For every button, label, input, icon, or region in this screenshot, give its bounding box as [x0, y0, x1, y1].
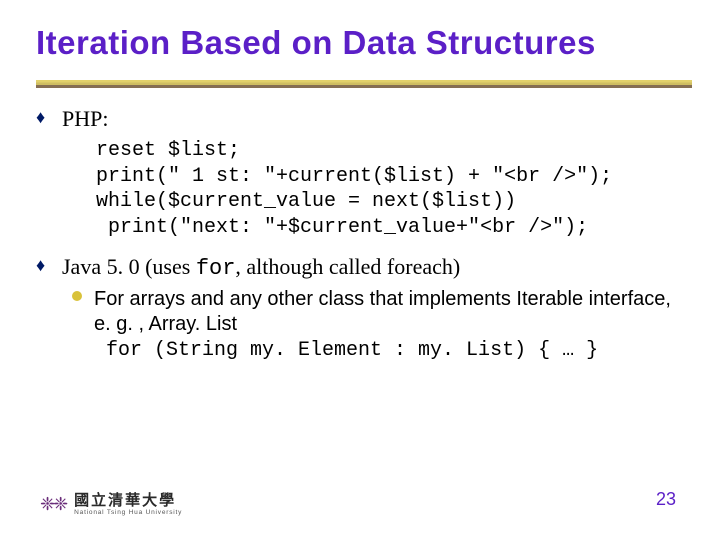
page-number: 23 — [656, 489, 676, 510]
footer-logo: ❈❈ 國立清華大學 National Tsing Hua University — [40, 493, 182, 517]
diamond-icon: ♦ — [36, 258, 50, 272]
bullet-java: ♦ Java 5. 0 (uses for, although called f… — [36, 254, 688, 281]
slide-title: Iteration Based on Data Structures — [36, 24, 700, 62]
title-underline — [36, 80, 692, 88]
logo-mark-icon: ❈❈ — [40, 494, 66, 515]
logo-chinese: 國立清華大學 — [74, 493, 182, 508]
php-code: reset $list; print(" 1 st: "+current($li… — [96, 138, 678, 240]
java-prefix: Java 5. 0 (uses — [62, 254, 196, 279]
java-suffix: , although called foreach) — [235, 254, 460, 279]
java-subcode: for (String my. Element : my. List) { … … — [106, 339, 688, 362]
logo-english: National Tsing Hua University — [74, 510, 182, 517]
java-subbullet: For arrays and any other class that impl… — [36, 287, 688, 337]
diamond-icon: ♦ — [36, 110, 50, 124]
bullet-php-label: PHP: — [62, 106, 108, 131]
bullet-php: ♦ PHP: — [36, 106, 688, 132]
java-mono: for — [196, 256, 236, 281]
logo-text: 國立清華大學 National Tsing Hua University — [74, 493, 182, 517]
slide: Iteration Based on Data Structures ♦ PHP… — [0, 0, 720, 540]
java-sub-text: For arrays and any other class that impl… — [94, 288, 671, 335]
dot-icon — [72, 291, 82, 301]
content-area: ♦ PHP: reset $list; print(" 1 st: "+curr… — [36, 106, 688, 362]
